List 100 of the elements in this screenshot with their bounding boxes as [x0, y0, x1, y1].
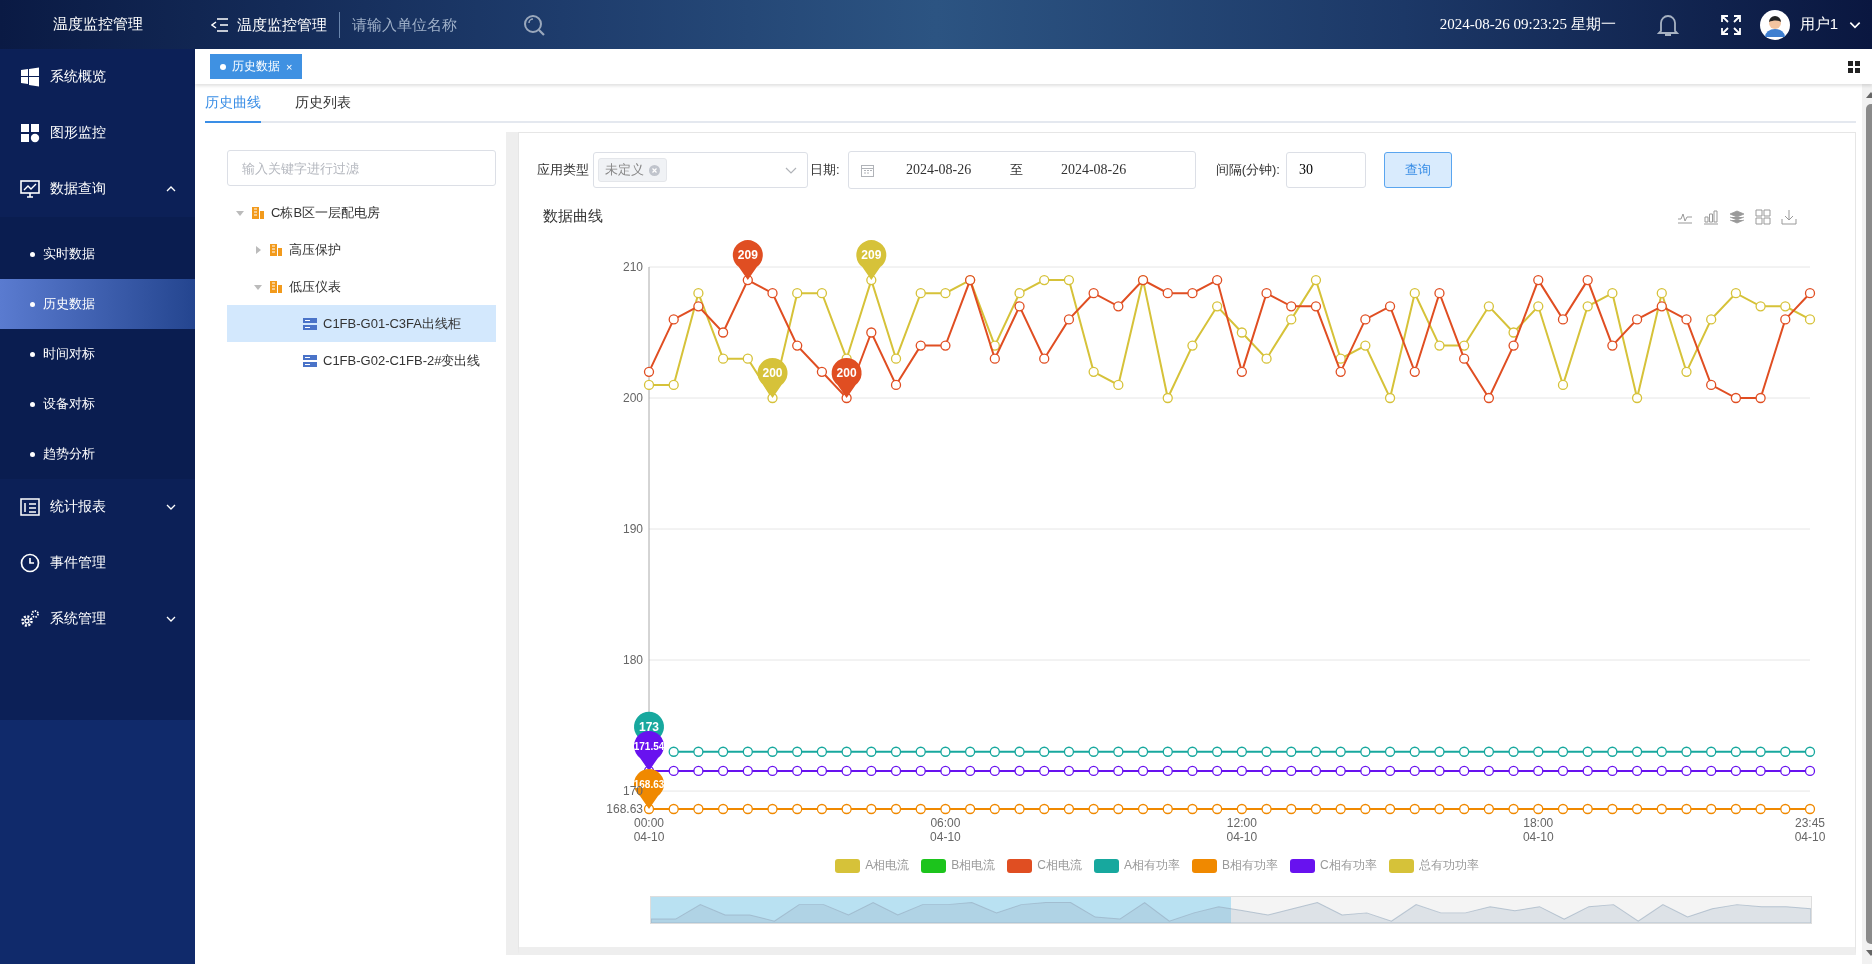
- submenu-item[interactable]: 时间对标: [0, 329, 195, 379]
- building-icon: [269, 242, 283, 257]
- point: [1780, 301, 1791, 312]
- point: [1631, 314, 1643, 325]
- point: [717, 765, 729, 777]
- point: [989, 765, 1000, 777]
- tag-text: 未定义: [605, 161, 644, 179]
- point: [1582, 803, 1593, 815]
- point: [940, 746, 951, 757]
- point: [1780, 765, 1791, 777]
- point: [717, 327, 729, 338]
- tree-node[interactable]: C栋B区一层配电房: [227, 194, 496, 231]
- interval-field[interactable]: 30: [1285, 152, 1366, 188]
- point: [1483, 803, 1495, 815]
- view-tab[interactable]: 历史列表: [295, 84, 351, 123]
- download-icon[interactable]: [1781, 208, 1797, 225]
- annotation: 171.54: [633, 740, 665, 752]
- stack-icon[interactable]: [1729, 208, 1745, 225]
- filter-field[interactable]: 输入关键字进行过滤: [227, 150, 496, 186]
- windows-icon: [20, 67, 40, 87]
- close-icon[interactable]: [649, 164, 660, 176]
- point: [1162, 803, 1173, 815]
- submenu-item[interactable]: 实时数据: [0, 229, 195, 279]
- point: [1039, 746, 1050, 757]
- point: [1631, 392, 1643, 404]
- grid-icon[interactable]: [1848, 60, 1860, 73]
- point: [1706, 746, 1717, 757]
- point: [668, 765, 679, 777]
- tree-node[interactable]: 低压仪表: [227, 268, 496, 305]
- field-label: 间隔(分钟):: [1215, 161, 1280, 179]
- point: [1088, 803, 1099, 815]
- point: [841, 746, 852, 757]
- point: [841, 765, 852, 777]
- point: [1162, 392, 1173, 404]
- point: [1533, 803, 1544, 815]
- point: [1360, 340, 1371, 351]
- point: [693, 301, 704, 312]
- field-label: 应用类型: [537, 161, 589, 179]
- submenu-item[interactable]: 趋势分析: [0, 429, 195, 479]
- zoom-slider[interactable]: [650, 896, 1812, 924]
- view-tab[interactable]: 历史曲线: [205, 84, 261, 123]
- point: [1533, 765, 1544, 777]
- sidebar-item[interactable]: 系统管理: [0, 591, 195, 647]
- menu-fold-icon[interactable]: [211, 16, 229, 33]
- date-time: 2024-08-26 09:23:25 星期一: [1439, 15, 1616, 34]
- tree-node[interactable]: C1FB-G01-C3FA出线柜: [227, 305, 496, 342]
- point: [1063, 765, 1075, 777]
- point: [1459, 746, 1470, 757]
- submenu-item[interactable]: 历史数据: [0, 279, 195, 329]
- report-icon: [20, 497, 40, 517]
- tree-node[interactable]: C1FB-G02-C1FB-2#变出线: [227, 342, 496, 379]
- fullscreen-icon[interactable]: [1719, 13, 1742, 36]
- point: [940, 803, 951, 815]
- point: [792, 765, 803, 777]
- date-range-field[interactable]: 2024-08-26 至 2024-08-26: [847, 151, 1196, 189]
- submenu-item[interactable]: 设备对标: [0, 379, 195, 429]
- data-view-icon[interactable]: [1755, 208, 1771, 225]
- point: [1310, 746, 1322, 757]
- point: [792, 803, 803, 815]
- building-icon: [269, 279, 283, 294]
- point: [1310, 301, 1322, 312]
- sidebar-item[interactable]: 事件管理: [0, 535, 195, 591]
- sidebar-item[interactable]: 系统概览: [0, 49, 195, 105]
- point: [1137, 765, 1149, 777]
- point: [1384, 301, 1396, 312]
- point: [1212, 746, 1223, 757]
- point: [1681, 746, 1692, 757]
- point: [1656, 288, 1667, 299]
- search-field[interactable]: 请输入单位名称: [350, 15, 514, 34]
- sidebar-item[interactable]: 图形监控: [0, 105, 195, 161]
- bar-chart-icon[interactable]: [1703, 208, 1719, 225]
- clock-icon: [20, 553, 40, 573]
- point: [1804, 288, 1816, 299]
- point: [1533, 274, 1544, 286]
- search-icon[interactable]: [522, 12, 546, 37]
- point: [989, 803, 1000, 815]
- point: [964, 803, 976, 815]
- point: [1039, 353, 1050, 364]
- point: [1113, 803, 1124, 815]
- tiles-icon: [20, 123, 40, 143]
- tree-node[interactable]: 高压保护: [227, 231, 496, 268]
- point: [866, 746, 877, 757]
- point: [643, 379, 655, 391]
- avatar-icon[interactable]: [1759, 9, 1790, 40]
- point: [964, 765, 976, 777]
- point: [668, 314, 679, 325]
- point: [940, 288, 951, 299]
- point: [1730, 392, 1742, 404]
- sidebar-item[interactable]: 统计报表: [0, 479, 195, 535]
- user-name[interactable]: 用户1: [1799, 15, 1838, 34]
- point: [816, 803, 828, 815]
- point: [1681, 765, 1692, 777]
- point: [1780, 746, 1791, 757]
- axis-label: 06:00 04-10: [930, 816, 961, 844]
- point: [1286, 301, 1297, 312]
- sidebar-item[interactable]: 数据查询: [0, 161, 195, 217]
- point: [1557, 765, 1569, 777]
- server-icon: [303, 316, 317, 331]
- point: [1360, 746, 1371, 757]
- point: [1681, 803, 1692, 815]
